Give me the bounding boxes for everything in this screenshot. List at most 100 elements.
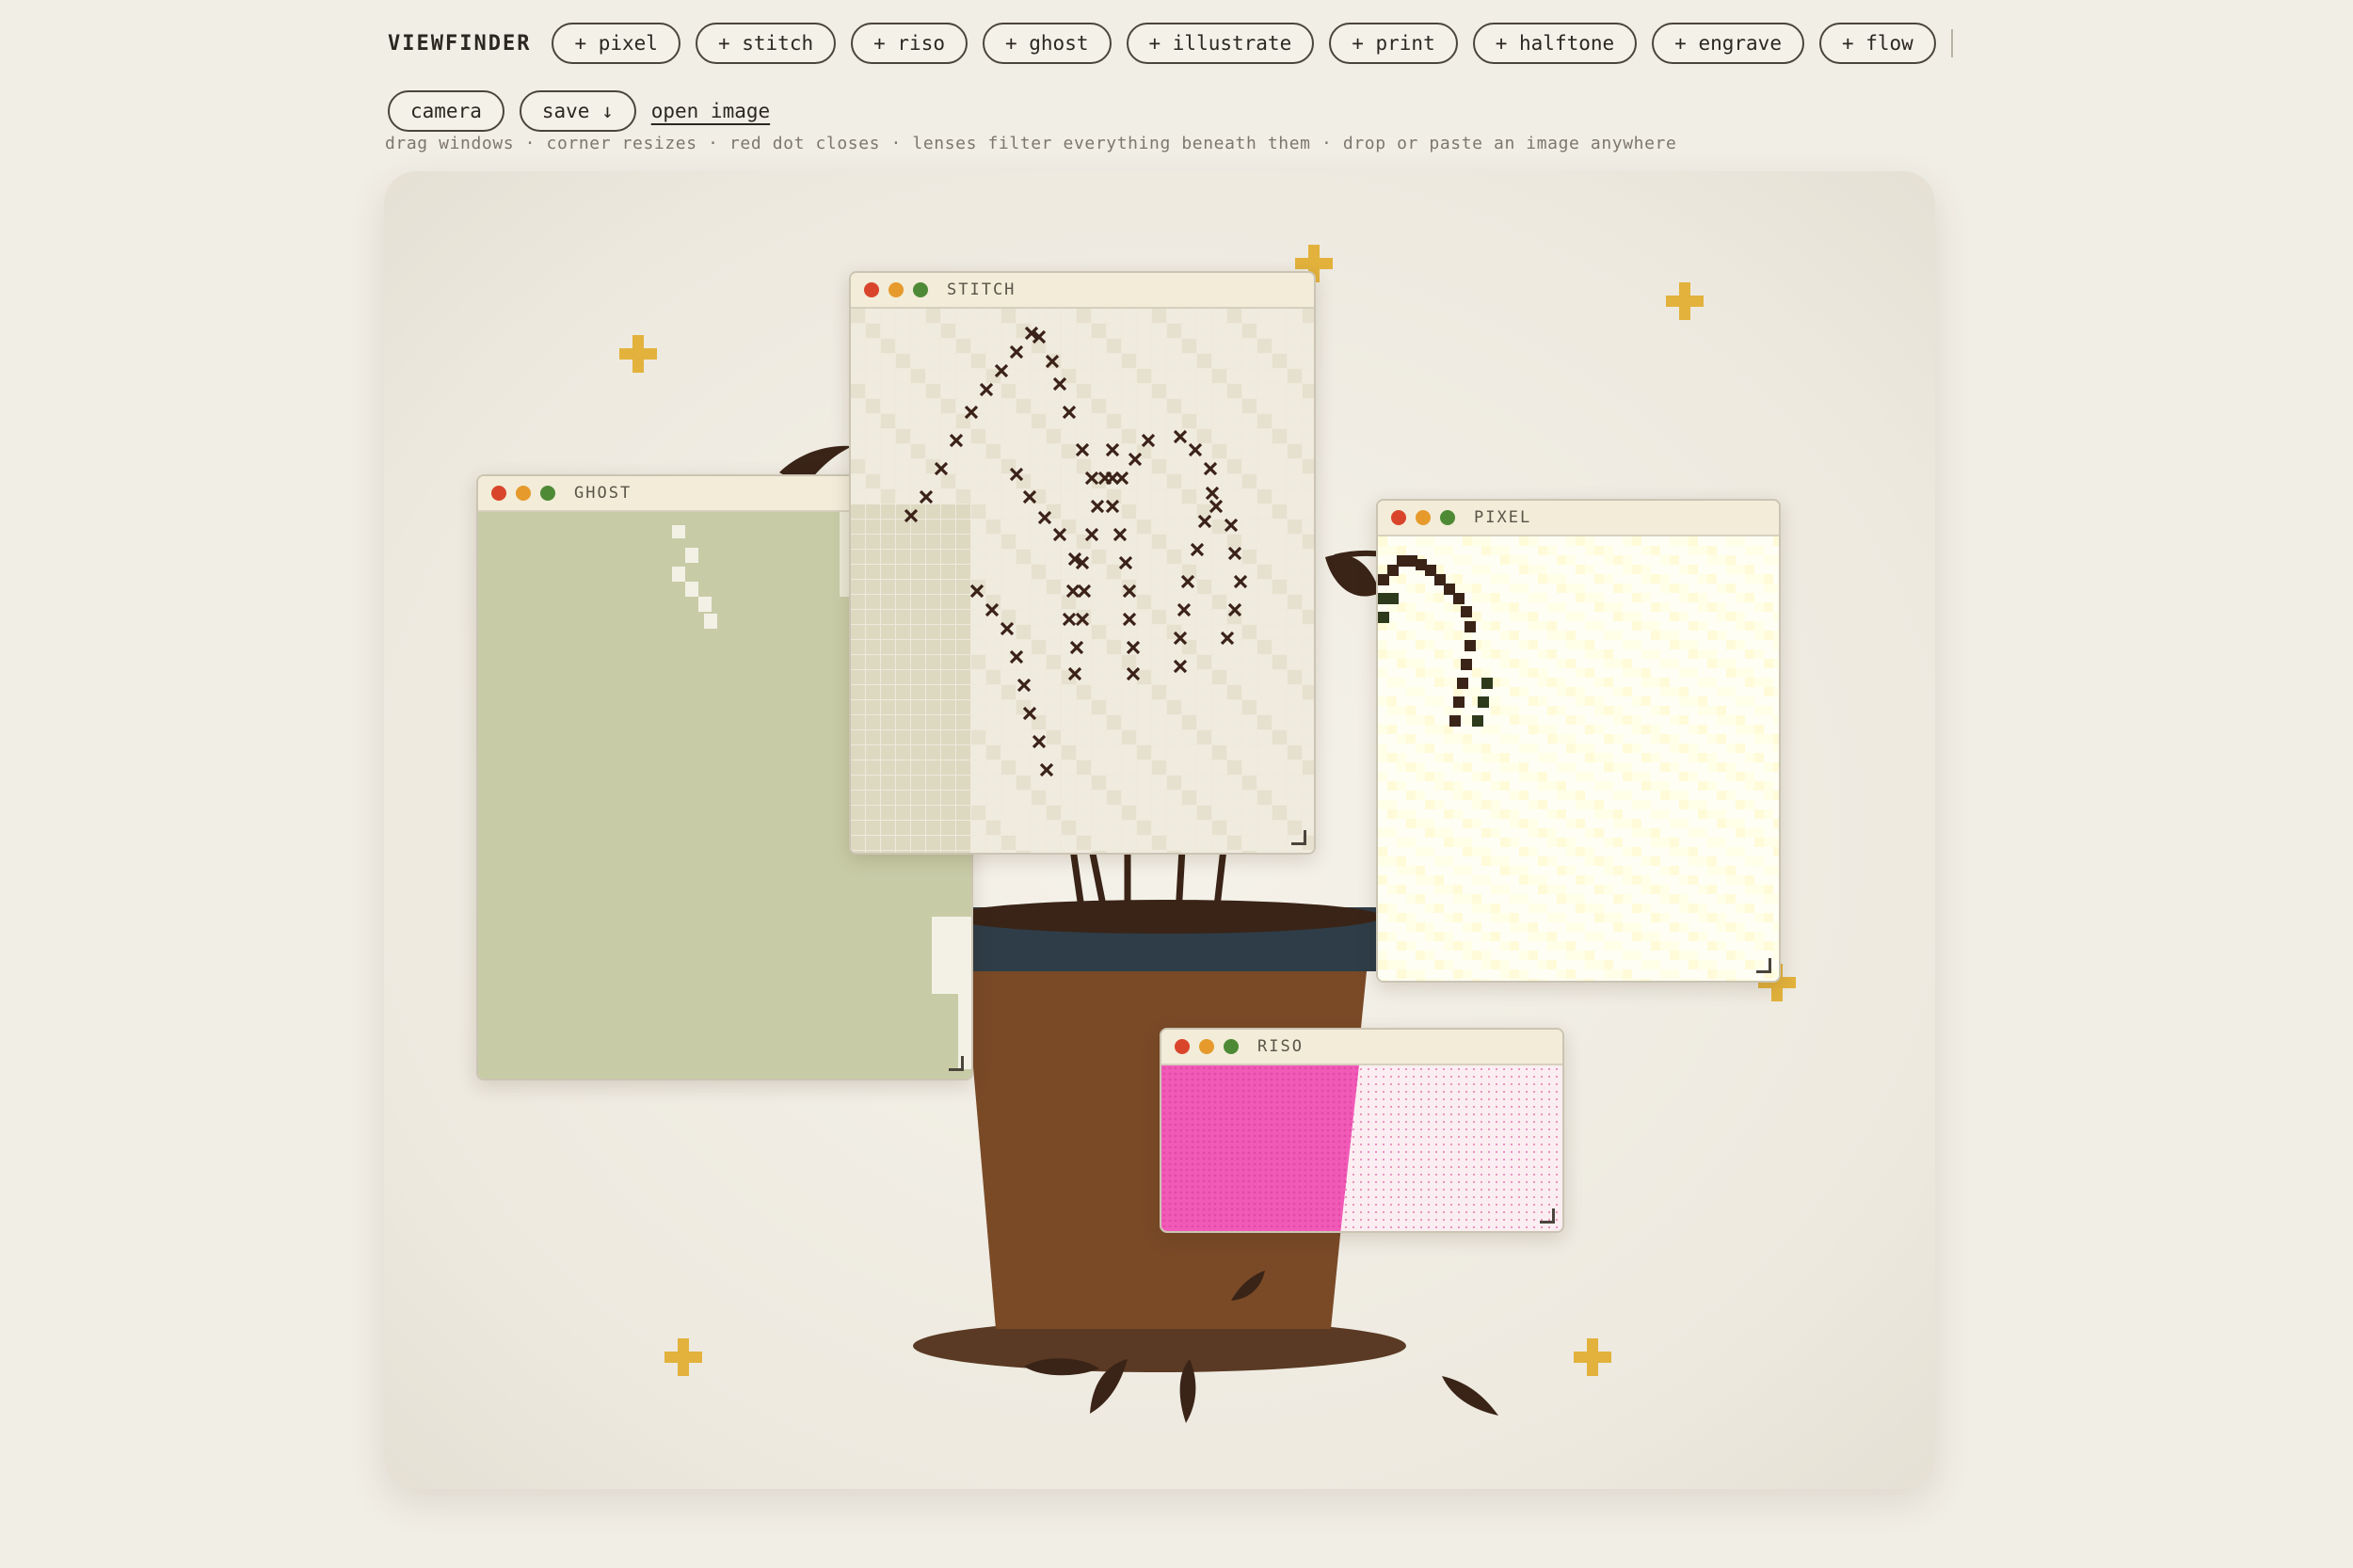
pixel-cell [1641,574,1651,584]
stitch-cell [881,791,895,805]
pixel-cell [1698,913,1707,922]
maximize-dot-icon[interactable] [1440,510,1455,525]
pixel-cell [1416,762,1425,772]
pixel-cell [1726,875,1736,885]
pixel-cell [1670,791,1679,800]
camera-button[interactable]: camera [388,90,504,132]
pixel-cell [1745,875,1754,885]
pixel-cell [1397,960,1406,969]
stitch-cell [1092,670,1106,684]
add-riso-lens-button[interactable]: + riso [851,23,968,64]
add-stitch-lens-button[interactable]: + stitch [695,23,837,64]
close-dot-icon[interactable] [864,282,879,297]
pixel-cell [1623,922,1632,932]
pixel-cell [1491,828,1500,838]
stitch-cell [896,730,910,744]
stitch-cell [971,730,985,744]
pixel-cell [1726,951,1736,960]
stitch-cell [1077,760,1091,775]
minimize-dot-icon[interactable] [1199,1039,1214,1054]
pixel-cell [1510,838,1519,847]
pixel-cell [1698,885,1707,894]
stitch-cell [1092,745,1106,760]
close-dot-icon[interactable] [1391,510,1406,525]
pixel-cell [1726,772,1736,781]
pixel-cell [1745,546,1754,555]
pixel-cell [1736,715,1745,725]
stitch-cell [1182,776,1196,790]
resize-handle-icon[interactable] [1291,830,1306,845]
add-halftone-lens-button[interactable]: + halftone [1472,23,1638,64]
add-pixel-lens-button[interactable]: + pixel [552,23,680,64]
pixel-cell [1529,828,1538,838]
resize-handle-icon[interactable] [1540,1208,1555,1224]
riso-lens-window[interactable]: RISO [1160,1028,1564,1233]
stitch-cell [1288,309,1302,323]
stitch-cell [1167,474,1181,488]
save-button[interactable]: save ↓ [519,90,636,132]
pixel-cell [1641,979,1651,981]
stitch-cell [881,504,895,519]
stitch-cell [1001,685,1016,699]
stitch-cell [1257,791,1272,805]
minimize-dot-icon[interactable] [888,282,904,297]
stitch-titlebar[interactable]: STITCH [851,273,1314,309]
resize-handle-icon[interactable] [949,1056,964,1071]
stitch-cell [1152,851,1166,853]
stitch-cell [1273,595,1287,609]
maximize-dot-icon[interactable] [913,282,928,297]
stitch-cell [926,776,940,790]
minimize-dot-icon[interactable] [1416,510,1431,525]
pixel-cell [1529,979,1538,981]
stitch-cell [1257,354,1272,368]
pixel-cell [1576,668,1585,678]
pixel-cell [1736,668,1745,678]
pixel-cell [1670,631,1679,640]
pixel-cell [1651,828,1660,838]
add-print-lens-button[interactable]: + print [1329,23,1458,64]
add-ghost-lens-button[interactable]: + ghost [982,23,1112,64]
riso-titlebar[interactable]: RISO [1161,1030,1562,1065]
stitch-lens-window[interactable]: STITCH [849,271,1316,855]
pixel-cell [1585,828,1594,838]
maximize-dot-icon[interactable] [540,486,555,501]
pixel-stem-cell [1461,659,1472,670]
minimize-dot-icon[interactable] [516,486,531,501]
stitch-cell [1212,776,1226,790]
stitch-cell [1001,836,1016,850]
stitch-cell [1137,550,1151,564]
resize-handle-icon[interactable] [1756,958,1771,973]
stitch-cell [866,309,880,323]
pixel-cell [1670,659,1679,668]
pixel-lens-window[interactable]: PIXEL [1376,499,1781,983]
maximize-dot-icon[interactable] [1224,1039,1239,1054]
stitch-cell [986,520,1000,534]
add-engrave-lens-button[interactable]: + engrave [1652,23,1804,64]
stitch-cell [926,821,940,835]
pixel-cell [1641,960,1651,969]
stitch-cell [1047,489,1061,504]
open-image-link[interactable]: open image [651,100,770,122]
stitch-cell [1047,309,1061,323]
pixel-cell [1604,838,1613,847]
pixel-cell [1500,885,1510,894]
stitch-cell [1242,535,1257,549]
stitch-cell [1257,625,1272,639]
stitch-cell [1107,700,1121,714]
close-dot-icon[interactable] [491,486,506,501]
stitch-cell [1212,369,1226,383]
pixel-cell [1406,819,1416,828]
close-dot-icon[interactable] [1175,1039,1190,1054]
pixel-leaf-cell [1378,612,1389,623]
stitch-cell [941,595,955,609]
pixel-cell [1481,828,1491,838]
add-flow-lens-button[interactable]: + flow [1818,23,1936,64]
stitch-cell [926,760,940,775]
stitch-cell [866,791,880,805]
stitch-cell [851,444,865,458]
pixel-cell [1698,960,1707,969]
pixel-titlebar[interactable]: PIXEL [1378,501,1779,536]
add-illustrate-lens-button[interactable]: + illustrate [1126,23,1315,64]
canvas-stage[interactable]: GHOST STITCH PIXEL RISO [384,171,1935,1489]
stitch-cell [986,851,1000,853]
